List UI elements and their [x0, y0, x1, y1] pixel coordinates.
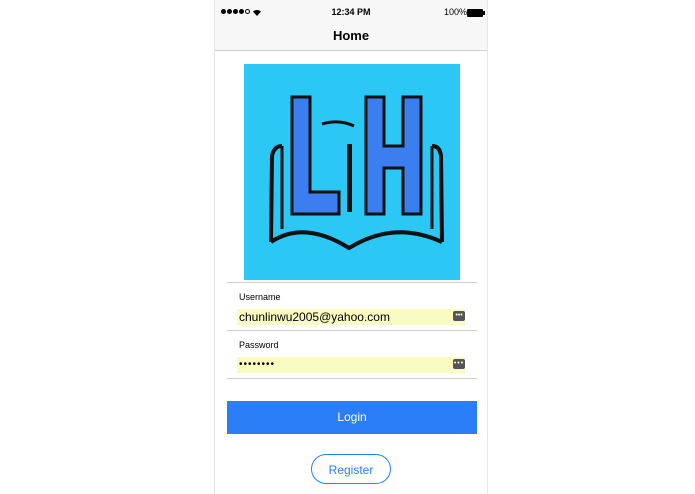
status-bar: 12:34 PM 100% [215, 0, 487, 24]
key-icon[interactable]: ••• [453, 311, 465, 321]
username-label: Username [239, 292, 281, 302]
battery-percent: 100% [443, 7, 467, 17]
login-button[interactable]: Login [227, 401, 477, 434]
password-row: Password •••••••• ••• [227, 330, 477, 379]
nav-bar: Home [215, 24, 487, 51]
password-field[interactable]: •••••••• ••• [237, 357, 465, 373]
username-value: chunlinwu2005@yahoo.com [239, 310, 390, 324]
battery-icon [467, 9, 485, 17]
app-logo [244, 64, 460, 280]
key-icon[interactable]: ••• [453, 359, 465, 369]
logo-book-icon [269, 95, 444, 251]
phone-screen: 12:34 PM 100% Home Username chunlinwu200… [214, 0, 488, 494]
register-button[interactable]: Register [311, 454, 391, 484]
password-label: Password [239, 340, 279, 350]
password-value: •••••••• [239, 359, 276, 370]
login-form: Username chunlinwu2005@yahoo.com ••• Pas… [227, 282, 477, 379]
username-row: Username chunlinwu2005@yahoo.com ••• [227, 282, 477, 330]
page-title: Home [332, 28, 370, 43]
username-field[interactable]: chunlinwu2005@yahoo.com ••• [237, 309, 465, 325]
